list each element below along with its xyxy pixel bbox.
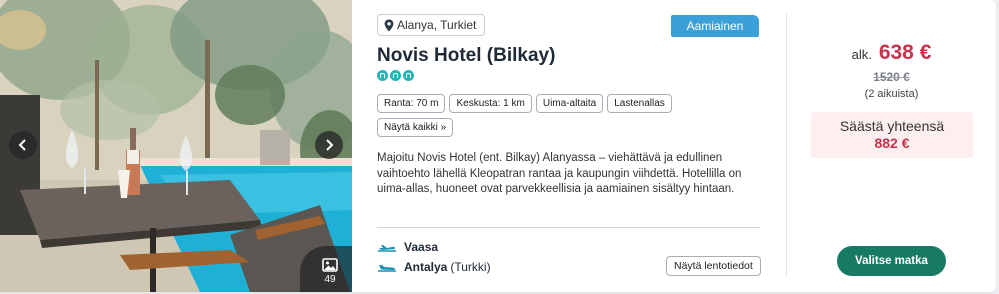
location-label: Alanya, Turkiet: [397, 18, 477, 32]
feature-tags: Ranta: 70 m Keskusta: 1 km Uima-altaita …: [377, 94, 697, 137]
select-trip-button[interactable]: Valitse matka: [837, 246, 946, 276]
rating-icon: [403, 70, 414, 81]
hotel-photo[interactable]: 49: [0, 0, 352, 292]
departure-city: Vaasa: [404, 240, 439, 254]
tag-beach-distance: Ranta: 70 m: [377, 94, 446, 113]
tag-kids-pool: Lastenallas: [607, 94, 672, 113]
savings-amount: 882 €: [874, 135, 910, 151]
gallery-button[interactable]: 49: [300, 246, 352, 292]
chevron-right-icon: [326, 139, 334, 151]
chevron-left-icon: [18, 139, 26, 151]
photo-next-button[interactable]: [315, 131, 343, 159]
divider: [377, 227, 760, 228]
arrival-country: (Turkki): [450, 260, 491, 274]
travellers-info: (2 aikuista): [864, 88, 919, 100]
savings-box: Säästä yhteensä 882 €: [811, 112, 973, 158]
map-pin-icon: [384, 19, 394, 31]
hotel-info: Alanya, Turkiet Aamiainen Novis Hotel (B…: [352, 0, 786, 292]
arrival-flight: Antalya (Turkki): [377, 260, 491, 274]
flight-details-button[interactable]: Näytä lentotiedot: [666, 256, 761, 276]
hotel-description: Majoitu Novis Hotel (ent. Bilkay) Alanya…: [377, 152, 742, 195]
show-all-tags-button[interactable]: Näytä kaikki »: [377, 118, 454, 137]
hotel-card: 49 Alanya, Turkiet Aamiainen Novis Hotel…: [0, 0, 996, 292]
tag-pools: Uima-altaita: [535, 94, 604, 113]
hotel-rating: [377, 70, 414, 81]
rating-icon: [377, 70, 388, 81]
savings-label: Säästä yhteensä: [839, 118, 945, 134]
plane-takeoff-icon: [378, 245, 396, 252]
departure-flight: Vaasa: [377, 240, 438, 254]
price-panel: alk. 638 € 1520 € (2 aikuista) Säästä yh…: [787, 0, 996, 292]
gallery-count: 49: [324, 274, 336, 285]
image-icon: [322, 258, 338, 272]
photo-prev-button[interactable]: [9, 131, 37, 159]
hotel-name[interactable]: Novis Hotel (Bilkay): [377, 45, 555, 67]
price-row: alk. 638 €: [787, 41, 996, 65]
plane-landing-icon: [378, 265, 396, 272]
tag-center-distance: Keskusta: 1 km: [449, 94, 532, 113]
hotel-photo-image: [0, 0, 352, 292]
arrival-city: Antalya: [404, 260, 448, 274]
board-badge: Aamiainen: [671, 15, 759, 37]
location-chip[interactable]: Alanya, Turkiet: [377, 14, 486, 36]
original-price: 1520 €: [873, 70, 910, 84]
rating-icon: [390, 70, 401, 81]
price-from-label: alk.: [851, 47, 872, 62]
price-amount: 638 €: [878, 41, 932, 64]
